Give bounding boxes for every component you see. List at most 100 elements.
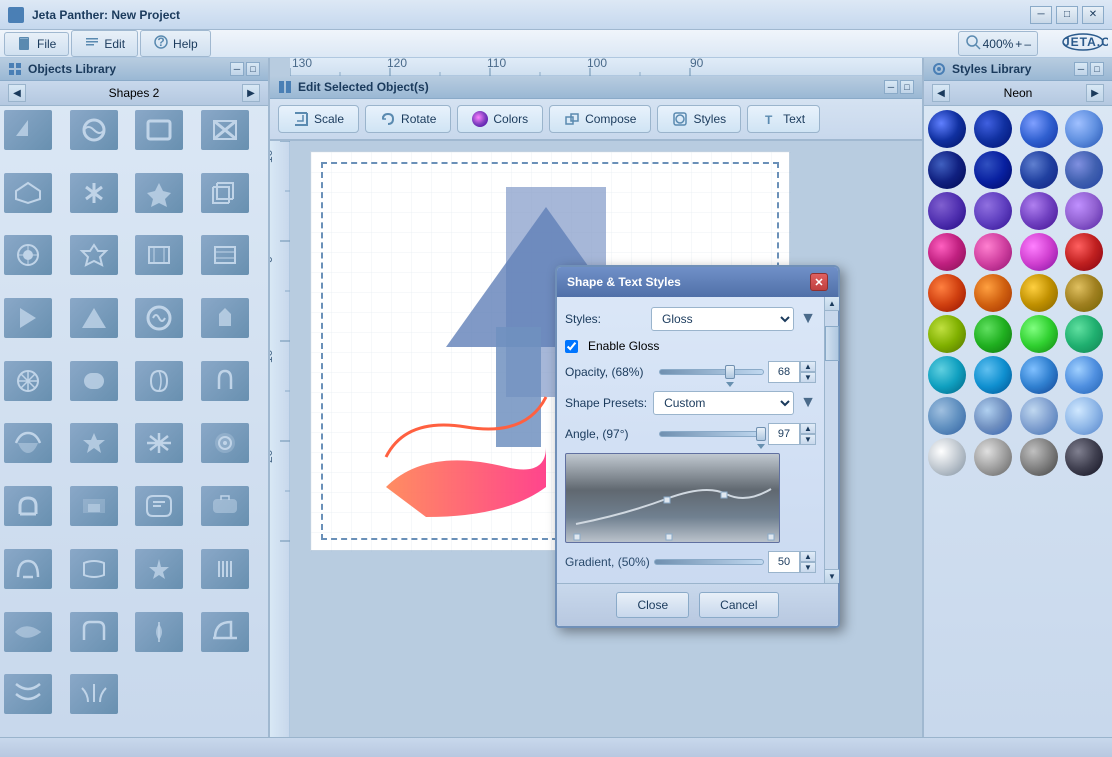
list-item[interactable] [4, 173, 52, 213]
angle-slider[interactable] [659, 425, 764, 443]
edit-panel-collapse[interactable]: ─ [884, 80, 898, 94]
list-item[interactable] [1020, 315, 1058, 353]
list-item[interactable] [201, 235, 249, 275]
list-item[interactable] [135, 173, 183, 213]
list-item[interactable] [201, 612, 249, 652]
next-styles-button[interactable]: ▶ [1086, 84, 1104, 102]
angle-decrement[interactable]: ▼ [800, 434, 816, 445]
list-item[interactable] [974, 315, 1012, 353]
prev-styles-button[interactable]: ◀ [932, 84, 950, 102]
styles-button[interactable]: Styles [657, 105, 741, 133]
shape-presets-dropdown[interactable]: Custom [653, 391, 794, 415]
list-item[interactable] [1065, 274, 1103, 312]
maximize-button[interactable]: □ [1056, 6, 1078, 24]
list-item[interactable] [4, 423, 52, 463]
list-item[interactable] [70, 110, 118, 150]
file-menu[interactable]: File [4, 32, 69, 56]
list-item[interactable] [974, 233, 1012, 271]
list-item[interactable] [928, 274, 966, 312]
list-item[interactable] [4, 486, 52, 526]
list-item[interactable] [1065, 110, 1103, 148]
minimize-button[interactable]: ─ [1030, 6, 1052, 24]
scrollbar-down-button[interactable]: ▼ [825, 569, 839, 583]
text-button[interactable]: T Text [747, 105, 820, 133]
rotate-button[interactable]: Rotate [365, 105, 451, 133]
list-item[interactable] [928, 315, 966, 353]
list-item[interactable] [1065, 192, 1103, 230]
list-item[interactable] [928, 192, 966, 230]
list-item[interactable] [974, 192, 1012, 230]
list-item[interactable] [201, 298, 249, 338]
scrollbar-thumb[interactable] [825, 326, 839, 361]
list-item[interactable] [4, 110, 52, 150]
list-item[interactable] [974, 274, 1012, 312]
list-item[interactable] [135, 612, 183, 652]
compose-button[interactable]: Compose [549, 105, 651, 133]
list-item[interactable] [1020, 233, 1058, 271]
list-item[interactable] [70, 612, 118, 652]
list-item[interactable] [4, 361, 52, 401]
list-item[interactable] [928, 151, 966, 189]
list-item[interactable] [135, 549, 183, 589]
list-item[interactable] [70, 549, 118, 589]
list-item[interactable] [974, 110, 1012, 148]
list-item[interactable] [1020, 397, 1058, 435]
list-item[interactable] [928, 438, 966, 476]
next-shapes-button[interactable]: ▶ [242, 84, 260, 102]
styles-dropdown[interactable]: Gloss [651, 307, 794, 331]
list-item[interactable] [1065, 438, 1103, 476]
list-item[interactable] [135, 298, 183, 338]
opacity-increment[interactable]: ▲ [800, 361, 816, 372]
list-item[interactable] [135, 361, 183, 401]
list-item[interactable] [1065, 397, 1103, 435]
presets-dropdown-arrow[interactable]: ▼ [800, 394, 816, 412]
close-dialog-button[interactable]: Close [616, 592, 689, 618]
gradient-slider-partial[interactable] [654, 559, 764, 565]
list-item[interactable] [70, 235, 118, 275]
list-item[interactable] [928, 397, 966, 435]
list-item[interactable] [974, 151, 1012, 189]
list-item[interactable] [70, 486, 118, 526]
list-item[interactable] [70, 674, 118, 714]
list-item[interactable] [201, 423, 249, 463]
opacity-slider[interactable] [659, 363, 764, 381]
objects-library-collapse[interactable]: ─ [230, 62, 244, 76]
list-item[interactable] [1020, 274, 1058, 312]
list-item[interactable] [4, 612, 52, 652]
edit-menu[interactable]: Edit [71, 30, 138, 57]
prev-shapes-button[interactable]: ◀ [8, 84, 26, 102]
list-item[interactable] [1065, 151, 1103, 189]
list-item[interactable] [928, 233, 966, 271]
list-item[interactable] [70, 298, 118, 338]
list-item[interactable] [201, 549, 249, 589]
list-item[interactable] [4, 235, 52, 275]
list-item[interactable] [201, 361, 249, 401]
list-item[interactable] [1020, 192, 1058, 230]
list-item[interactable] [135, 235, 183, 275]
styles-dropdown-arrow[interactable]: ▼ [800, 310, 816, 328]
edit-panel-close[interactable]: □ [900, 80, 914, 94]
list-item[interactable] [4, 298, 52, 338]
zoom-out-button[interactable]: – [1024, 37, 1031, 51]
list-item[interactable] [70, 173, 118, 213]
list-item[interactable] [1020, 110, 1058, 148]
list-item[interactable] [70, 423, 118, 463]
list-item[interactable] [135, 423, 183, 463]
styles-library-close[interactable]: □ [1090, 62, 1104, 76]
opacity-decrement[interactable]: ▼ [800, 372, 816, 383]
colors-button[interactable]: Colors [457, 105, 543, 133]
list-item[interactable] [201, 173, 249, 213]
list-item[interactable] [135, 486, 183, 526]
list-item[interactable] [928, 110, 966, 148]
list-item[interactable] [4, 674, 52, 714]
shape-text-styles-dialog[interactable]: Shape & Text Styles ✕ Styles: Gloss ▼ En… [555, 265, 840, 628]
list-item[interactable] [1065, 356, 1103, 394]
list-item[interactable] [1020, 151, 1058, 189]
cancel-dialog-button[interactable]: Cancel [699, 592, 778, 618]
enable-gloss-checkbox[interactable] [565, 340, 578, 353]
list-item[interactable] [1065, 315, 1103, 353]
list-item[interactable] [974, 438, 1012, 476]
close-button[interactable]: ✕ [1082, 6, 1104, 24]
list-item[interactable] [1020, 438, 1058, 476]
list-item[interactable] [974, 356, 1012, 394]
